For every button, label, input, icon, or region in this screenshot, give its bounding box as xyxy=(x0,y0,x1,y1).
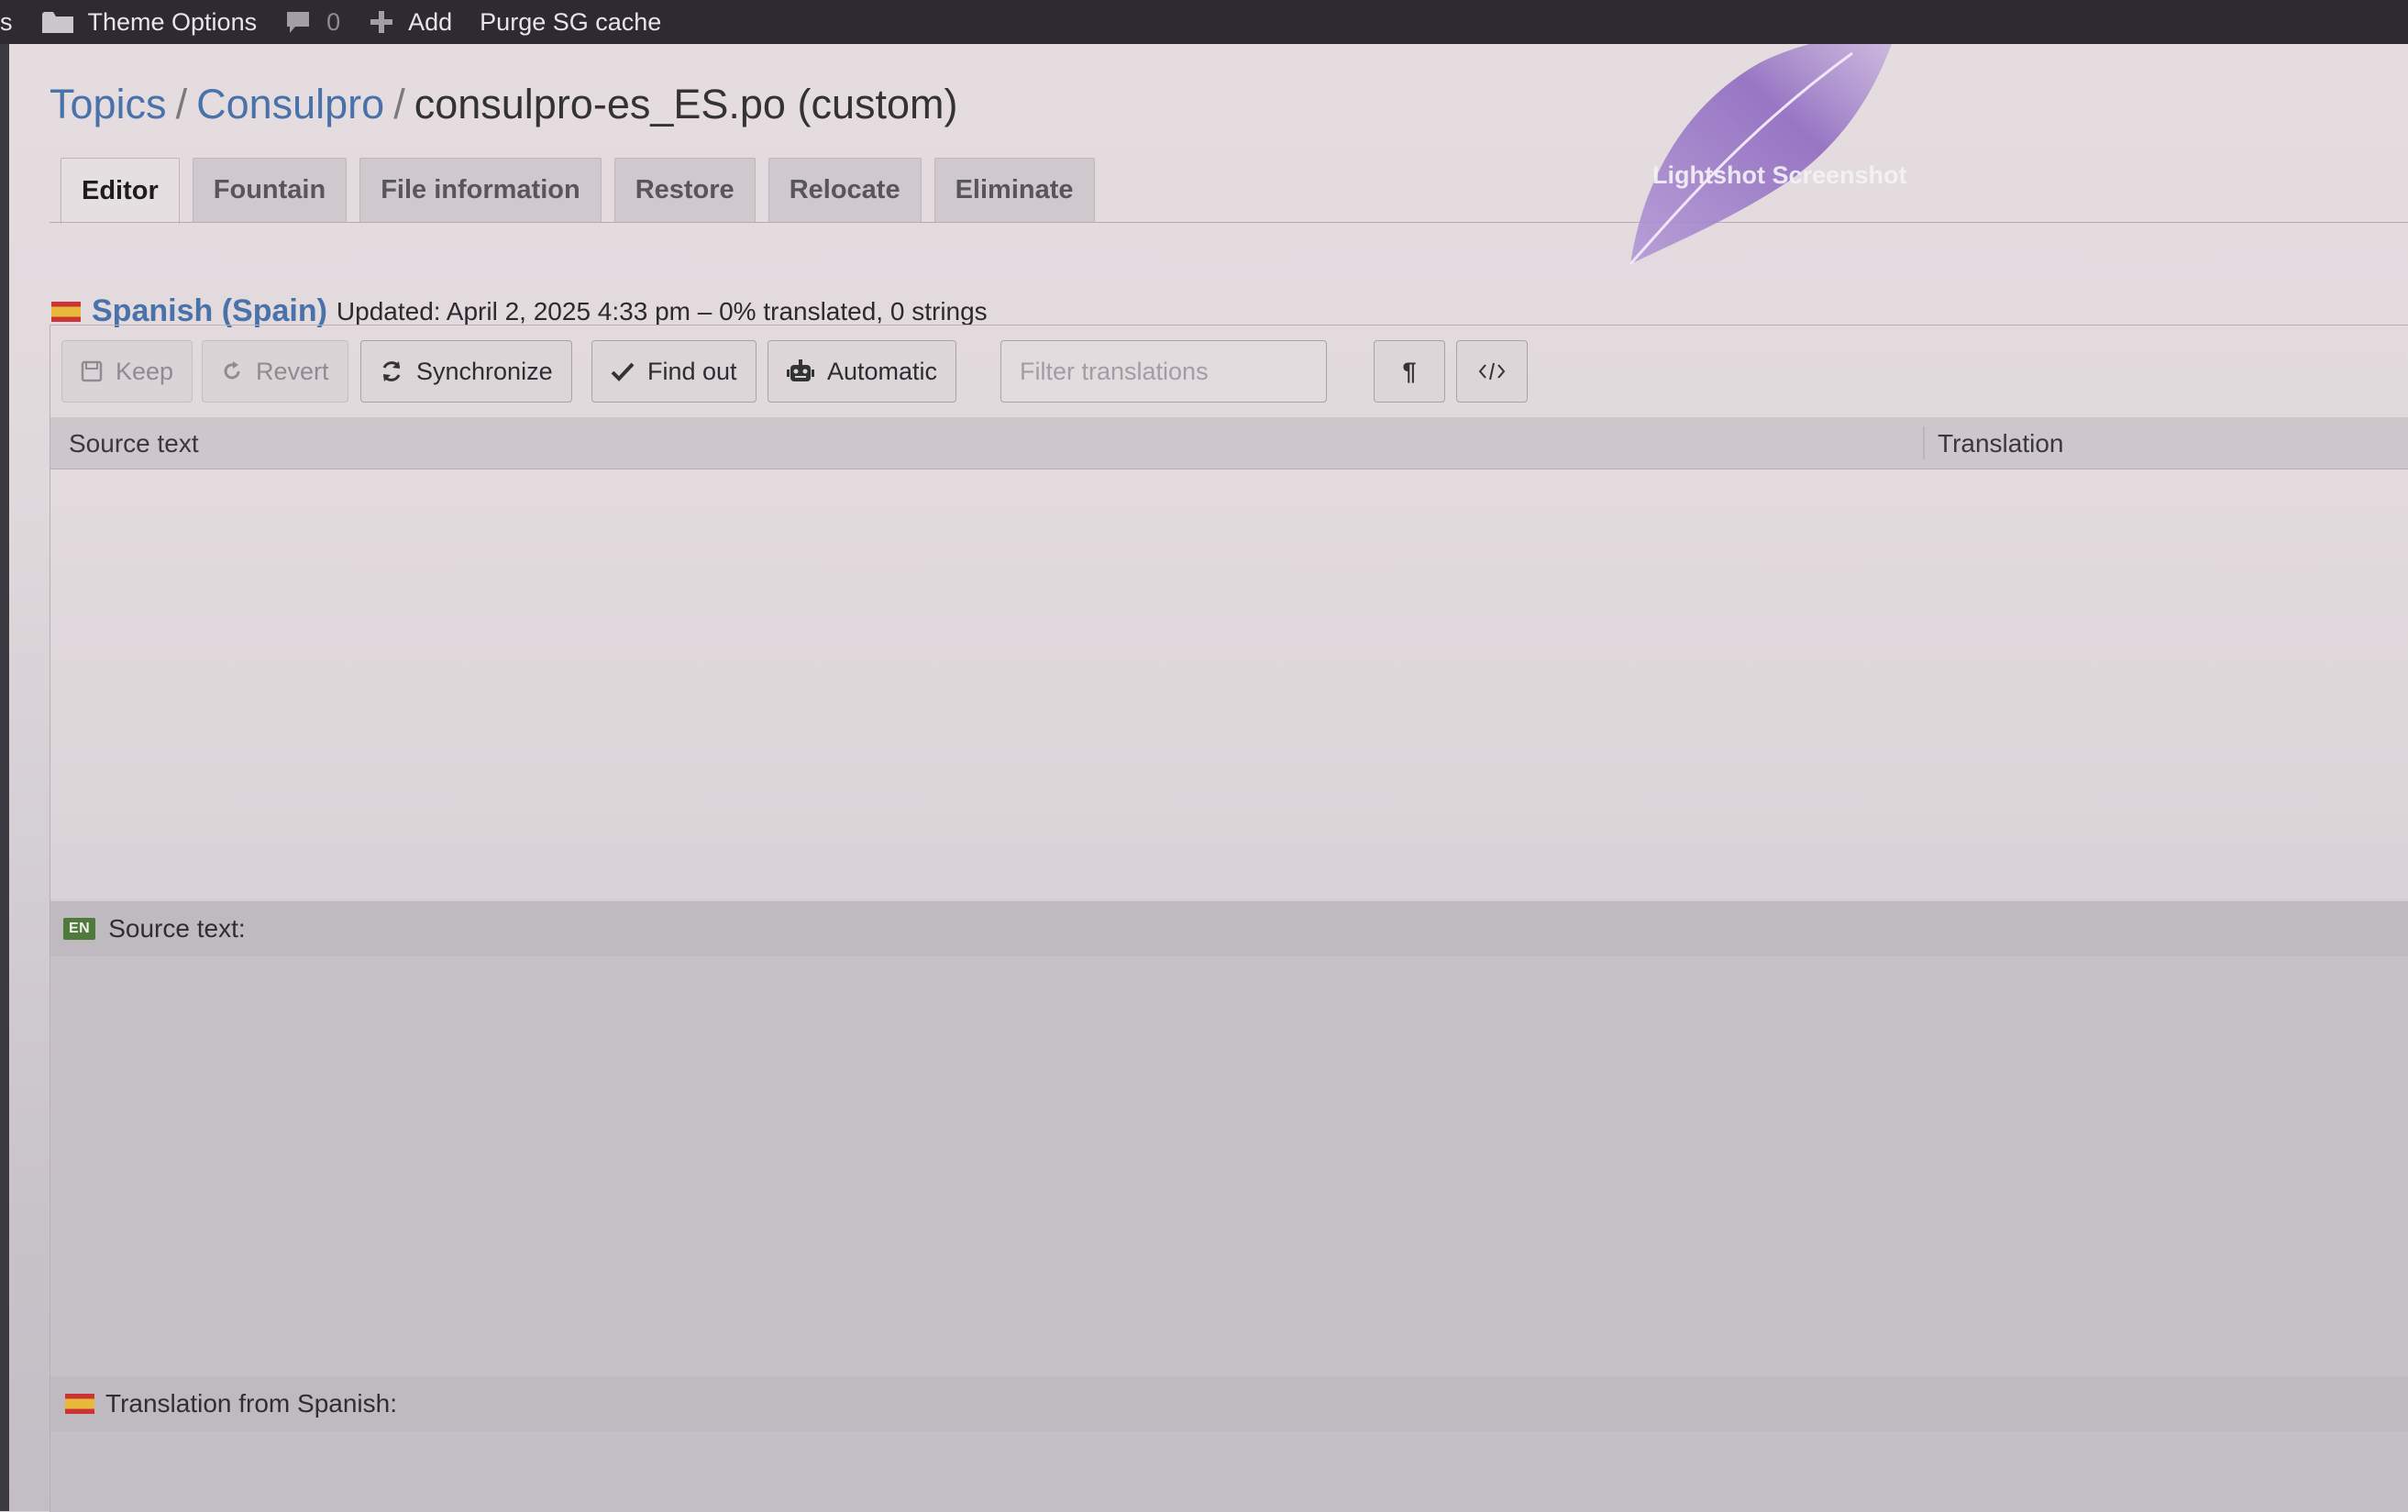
admin-menu-edge xyxy=(0,44,9,1511)
strings-list[interactable] xyxy=(50,469,2408,899)
tab-eliminate[interactable]: Eliminate xyxy=(933,158,1095,222)
revert-button[interactable]: Revert xyxy=(202,340,348,403)
find-out-label: Find out xyxy=(647,357,737,385)
code-view-button[interactable] xyxy=(1456,340,1528,403)
find-out-button[interactable]: Find out xyxy=(591,340,757,403)
save-icon xyxy=(81,360,103,382)
editor-panel: Keep Revert Synchronize Find out Automat… xyxy=(50,325,2408,1512)
refresh-icon xyxy=(382,361,401,381)
column-source-text[interactable]: Source text xyxy=(69,429,199,458)
tab-relocate[interactable]: Relocate xyxy=(768,158,922,222)
add-new-link[interactable]: Add xyxy=(368,0,452,44)
source-text-label: Source text: xyxy=(108,914,246,943)
breadcrumb-topics[interactable]: Topics xyxy=(50,81,167,127)
breadcrumb-separator: / xyxy=(393,81,405,127)
revert-label: Revert xyxy=(256,357,329,385)
synchronize-button[interactable]: Synchronize xyxy=(360,340,572,403)
page-title: consulpro-es_ES.po (custom) xyxy=(414,81,958,127)
partial-item-label: s xyxy=(0,7,13,36)
translation-area[interactable] xyxy=(50,1431,2408,1512)
comments-link[interactable]: 0 xyxy=(284,0,340,44)
tab-restore[interactable]: Restore xyxy=(613,158,756,222)
code-icon xyxy=(1478,362,1506,381)
tab-file-information[interactable]: File information xyxy=(359,158,602,222)
admin-bar: s Theme Options 0 Add Purge SG cache xyxy=(0,0,2408,44)
spain-flag-icon xyxy=(51,301,81,322)
add-label: Add xyxy=(408,7,453,36)
tab-editor[interactable]: Editor xyxy=(61,158,180,224)
checkmark-icon xyxy=(611,362,635,381)
robot-icon xyxy=(787,359,814,381)
tab-fountain[interactable]: Fountain xyxy=(192,158,348,222)
plus-icon xyxy=(370,11,393,33)
column-translation[interactable]: Translation xyxy=(1938,429,2063,458)
breadcrumb-separator: / xyxy=(175,81,188,127)
watermark-text: Lightshot Screenshot xyxy=(1652,161,1907,189)
folder-icon xyxy=(41,12,73,33)
theme-options-link[interactable]: Theme Options xyxy=(40,0,258,44)
filter-translations-input[interactable] xyxy=(1000,340,1327,403)
comment-icon xyxy=(287,12,310,33)
theme-options-label: Theme Options xyxy=(87,7,258,36)
pilcrow-icon: ¶ xyxy=(1402,357,1417,385)
editor-toolbar: Keep Revert Synchronize Find out Automat… xyxy=(50,326,2408,417)
keep-button[interactable]: Keep xyxy=(61,340,193,403)
spain-flag-icon xyxy=(65,1394,94,1414)
show-invisibles-button[interactable]: ¶ xyxy=(1374,340,1445,403)
automatic-label: Automatic xyxy=(827,357,938,385)
purge-cache-link[interactable]: Purge SG cache xyxy=(480,0,661,44)
main-content: Topics / Consulpro / consulpro-es_ES.po (cus… xyxy=(9,44,2408,1512)
source-text-area xyxy=(50,956,2408,1374)
source-text-header: EN Source text: xyxy=(50,901,2408,956)
keep-label: Keep xyxy=(116,357,174,385)
breadcrumb: Topics / Consulpro / consulpro-es_ES.po (cus… xyxy=(50,81,957,128)
en-language-badge: EN xyxy=(63,918,96,940)
comments-count: 0 xyxy=(326,7,341,36)
tab-bar: Editor Fountain File information Restore… xyxy=(61,158,1108,224)
translation-from-label: Translation from Spanish: xyxy=(105,1389,397,1418)
translation-header: Translation from Spanish: xyxy=(50,1376,2408,1431)
automatic-button[interactable]: Automatic xyxy=(768,340,957,403)
column-header-row: Source text Translation xyxy=(50,417,2408,469)
synchronize-label: Synchronize xyxy=(416,357,553,385)
purge-label: Purge SG cache xyxy=(480,7,662,36)
tab-divider xyxy=(50,222,2408,223)
feather-icon xyxy=(1629,44,1892,265)
breadcrumb-consulpro[interactable]: Consulpro xyxy=(196,81,384,127)
admin-bar-partial-item[interactable]: s xyxy=(0,0,13,44)
column-resize-handle[interactable] xyxy=(1923,426,1925,459)
translation-status: Updated: April 2, 2025 4:33 pm – 0% tran… xyxy=(336,296,988,326)
undo-icon xyxy=(224,361,240,380)
